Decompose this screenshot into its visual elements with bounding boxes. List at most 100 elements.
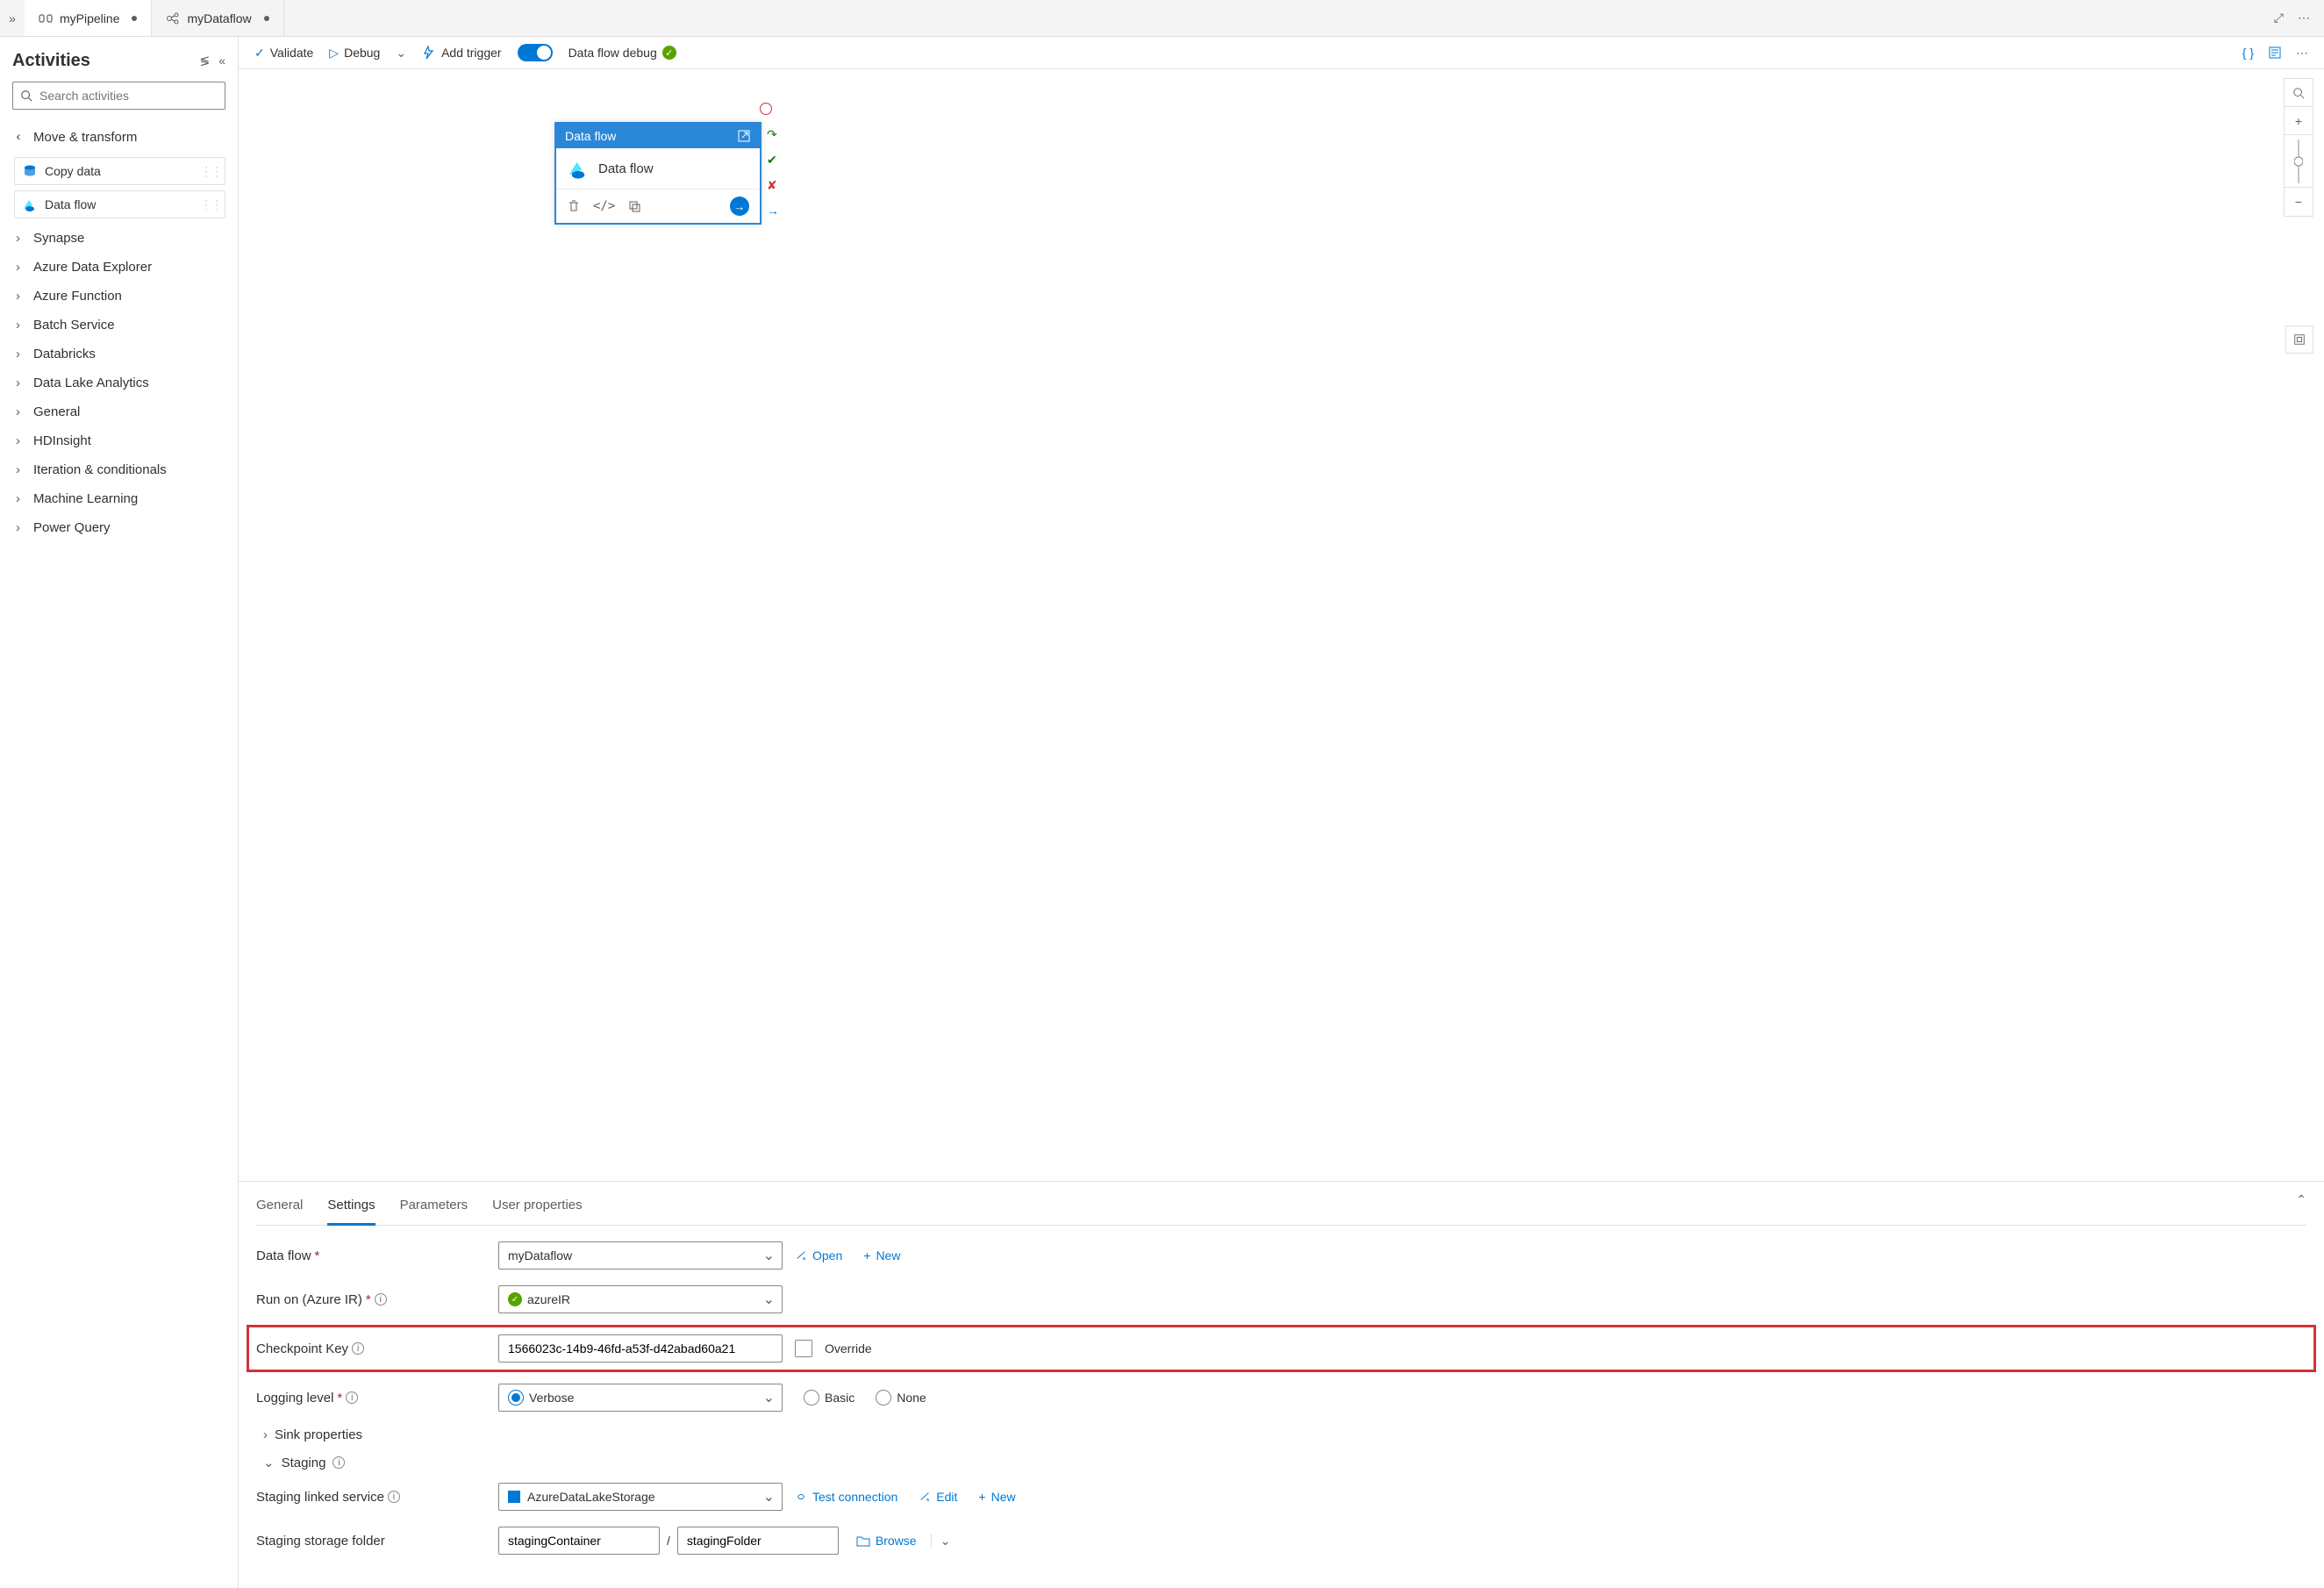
more-icon[interactable]: ⋯ [2298, 11, 2310, 25]
chevron-right-icon: › [263, 1427, 268, 1442]
dirty-indicator [132, 16, 137, 21]
category-ml[interactable]: ›Machine Learning [12, 484, 225, 513]
checkpoint-input[interactable] [498, 1334, 783, 1363]
staging-section[interactable]: ⌄Staging i [263, 1455, 2306, 1470]
new-button[interactable]: +New [863, 1248, 900, 1263]
fit-view-icon[interactable] [2285, 325, 2313, 354]
pipeline-toolbar: ✓ Validate ▷ Debug ⌄ Add trigger Data fl… [239, 37, 2324, 69]
tab-user-properties[interactable]: User properties [492, 1192, 583, 1225]
logging-none-radio[interactable]: None [876, 1384, 926, 1412]
category-batch[interactable]: ›Batch Service [12, 311, 225, 340]
search-input[interactable] [39, 89, 218, 103]
dataflow-activity-node[interactable]: Data flow Data flow </> → [554, 122, 762, 225]
category-iteration[interactable]: ›Iteration & conditionals [12, 455, 225, 484]
debug-dropdown[interactable]: ⌄ [396, 46, 406, 61]
staging-container-input[interactable] [498, 1527, 660, 1555]
edit-button[interactable]: Edit [919, 1490, 957, 1504]
expand-tabs-button[interactable]: » [0, 11, 25, 25]
activity-copy-data[interactable]: Copy data ⋮⋮ [14, 157, 225, 185]
dataflow-node-icon [567, 157, 590, 180]
override-checkbox[interactable] [795, 1340, 812, 1357]
tab-bar: » myPipeline myDataflow ⤢ ⋯ [0, 0, 2324, 37]
info-icon[interactable]: i [375, 1293, 387, 1305]
logging-verbose-radio[interactable]: Verbose [498, 1384, 783, 1412]
logging-label: Logging level [256, 1391, 333, 1406]
category-hdinsight[interactable]: ›HDInsight [12, 426, 225, 455]
new-ls-button[interactable]: +New [978, 1490, 1015, 1504]
info-icon[interactable]: i [352, 1342, 364, 1355]
tab-parameters[interactable]: Parameters [400, 1192, 468, 1225]
category-power-query[interactable]: ›Power Query [12, 513, 225, 542]
browse-dropdown[interactable]: ⌄ [931, 1534, 951, 1549]
chevron-right-icon: › [16, 318, 26, 333]
category-databricks[interactable]: ›Databricks [12, 340, 225, 368]
category-general[interactable]: ›General [12, 397, 225, 426]
open-external-icon[interactable] [737, 129, 751, 143]
test-connection-button[interactable]: Test connection [795, 1490, 897, 1504]
sink-properties-section[interactable]: ›Sink properties [263, 1427, 2306, 1442]
category-synapse[interactable]: ›Synapse [12, 224, 225, 253]
zoom-in-icon[interactable]: + [2285, 107, 2313, 135]
staging-ls-select[interactable]: AzureDataLakeStorage [498, 1483, 783, 1511]
dataflow-icon [166, 11, 180, 25]
info-icon[interactable]: i [333, 1456, 345, 1469]
success-port-icon[interactable]: ✔ [767, 153, 779, 168]
dataflow-select[interactable]: myDataflow [498, 1241, 783, 1270]
dataflow-debug-status: Data flow debug ✓ [568, 46, 676, 60]
dataflow-debug-toggle[interactable] [518, 44, 553, 61]
code-view-icon[interactable]: { } [2242, 46, 2254, 61]
staging-folder-input[interactable] [677, 1527, 839, 1555]
tab-label: myDataflow [187, 11, 251, 25]
collapse-panel-icon[interactable]: ⌃ [2296, 1192, 2306, 1225]
search-activities[interactable] [12, 82, 225, 110]
code-icon[interactable]: </> [593, 199, 615, 213]
info-icon[interactable]: i [346, 1391, 358, 1404]
failure-port-icon[interactable]: ✘ [767, 178, 779, 193]
activity-data-flow[interactable]: Data flow ⋮⋮ [14, 190, 225, 218]
canvas-zoom-controls: + − [2284, 78, 2313, 217]
properties-icon[interactable] [2268, 46, 2282, 61]
plus-icon: + [863, 1248, 870, 1263]
add-trigger-button[interactable]: Add trigger [422, 46, 501, 60]
delete-icon[interactable] [567, 199, 581, 213]
zoom-out-icon[interactable]: − [2285, 188, 2313, 216]
info-icon[interactable]: i [388, 1491, 400, 1503]
override-label: Override [825, 1341, 872, 1356]
category-azure-function[interactable]: ›Azure Function [12, 282, 225, 311]
tab-general[interactable]: General [256, 1192, 303, 1225]
tab-dataflow[interactable]: myDataflow [152, 0, 283, 36]
zoom-slider[interactable] [2285, 135, 2313, 188]
more-actions-icon[interactable]: ⋯ [2296, 46, 2308, 61]
node-name: Data flow [598, 161, 654, 176]
collapse-sidebar-icon[interactable]: « [218, 54, 225, 68]
dataflow-activity-icon [22, 197, 38, 212]
copy-data-icon [22, 163, 38, 179]
canvas-search-icon[interactable] [2285, 79, 2313, 107]
category-ade[interactable]: ›Azure Data Explorer [12, 253, 225, 282]
chevron-right-icon: › [16, 260, 26, 275]
pipeline-icon [39, 11, 53, 25]
category-move-transform[interactable]: ⌄ Move & transform [12, 122, 225, 152]
completion-port-icon[interactable]: → [767, 204, 779, 218]
check-icon: ✓ [508, 1292, 522, 1306]
status-ok-icon: ✓ [662, 46, 676, 60]
pipeline-canvas[interactable]: Data flow Data flow </> → ↷ [239, 69, 2324, 1181]
maximize-icon[interactable]: ⤢ [2274, 11, 2284, 25]
logging-basic-radio[interactable]: Basic [804, 1384, 855, 1412]
runon-select[interactable]: ✓azureIR [498, 1285, 783, 1313]
open-button[interactable]: Open [795, 1248, 842, 1263]
expand-all-icon[interactable]: ≶ [199, 54, 210, 68]
chevron-right-icon: › [16, 520, 26, 535]
validate-button[interactable]: ✓ Validate [254, 46, 313, 61]
next-icon[interactable]: → [730, 197, 749, 216]
tab-pipeline[interactable]: myPipeline [25, 0, 152, 36]
browse-button[interactable]: Browse [856, 1534, 917, 1548]
category-dla[interactable]: ›Data Lake Analytics [12, 368, 225, 397]
chevron-right-icon: › [16, 404, 26, 419]
clone-icon[interactable] [627, 199, 641, 213]
chevron-right-icon: › [16, 491, 26, 506]
node-type-label: Data flow [565, 129, 616, 143]
redo-icon: ↷ [767, 127, 779, 142]
debug-button[interactable]: ▷ Debug [329, 46, 380, 61]
tab-settings[interactable]: Settings [327, 1192, 375, 1226]
